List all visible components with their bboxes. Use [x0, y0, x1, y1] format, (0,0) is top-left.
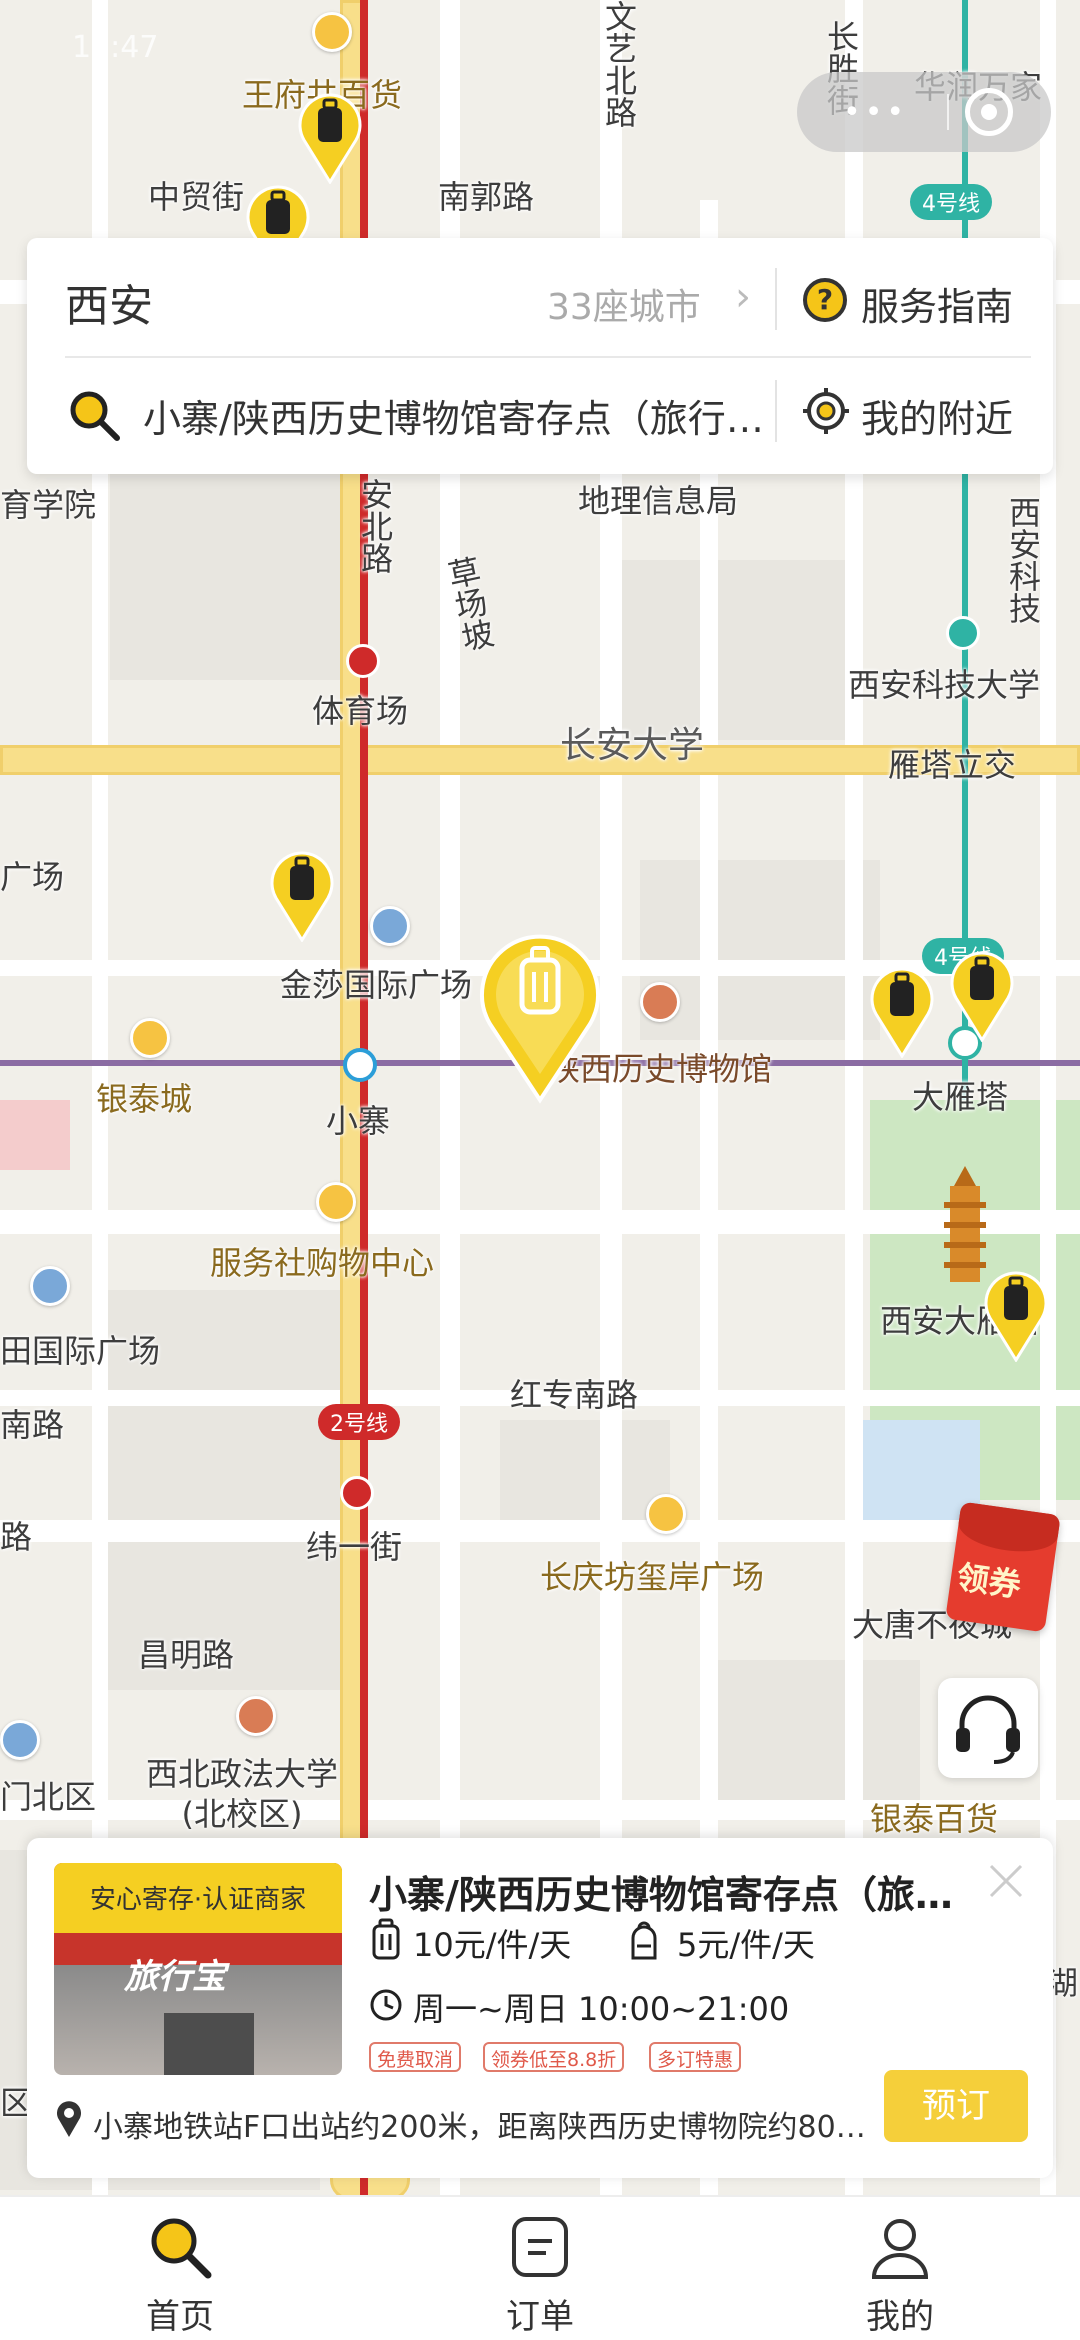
- tab-profile[interactable]: 我的: [800, 2197, 1000, 2340]
- user-icon: [871, 2219, 929, 2279]
- map-label-changqingfang: 长庆坊玺岸广场: [540, 1558, 765, 1596]
- shopping-poi-icon[interactable]: [646, 1494, 686, 1534]
- building-poi-icon[interactable]: [30, 1266, 70, 1306]
- map-label-guoji-left: 田国际广场: [0, 1332, 161, 1370]
- map-label-dili: 地理信息局: [578, 482, 739, 520]
- tab-orders[interactable]: 订单: [440, 2197, 640, 2340]
- map-label-menbei: 门北区: [0, 1778, 97, 1816]
- divider: [775, 268, 777, 330]
- map-label-hongzhuan: 红专南路: [510, 1376, 639, 1414]
- luggage-icon: [372, 1918, 400, 1960]
- map-label-yintaicheng: 银泰城: [96, 1080, 193, 1118]
- shopping-poi-icon[interactable]: [312, 12, 352, 52]
- luggage-price: 10元/件/天: [413, 1926, 572, 1964]
- luggage-pin-icon[interactable]: [268, 846, 336, 942]
- building-poi-icon[interactable]: [370, 906, 410, 946]
- map-label-xiaozhai: 小寨: [326, 1102, 391, 1140]
- coupon-label: 领券: [954, 1557, 1024, 1605]
- store-card[interactable]: 安心寄存·认证商家 旅行宝 小寨/陕西历史博物馆寄存点（旅行宝） 10元/件/天…: [27, 1838, 1053, 2178]
- search-input[interactable]: 小寨/陕西历史博物馆寄存点（旅行宝）: [143, 388, 765, 443]
- order-list-icon: [512, 2217, 568, 2277]
- map-label-zhengfa: 西北政法大学 (北校区): [146, 1755, 339, 1833]
- map-label-dayanta: 大雁塔: [912, 1078, 1009, 1116]
- luggage-pin-icon[interactable]: [948, 946, 1016, 1042]
- tab-profile-label: 我的: [866, 2297, 934, 2337]
- luggage-pin-icon[interactable]: [296, 88, 364, 184]
- search-icon: [151, 2218, 212, 2279]
- map-label-nanguo: 南郭路: [438, 178, 535, 216]
- school-poi-icon[interactable]: [236, 1696, 276, 1736]
- luggage-pin-icon[interactable]: [982, 1266, 1050, 1362]
- map-label-jiaoyu: 育学院: [0, 486, 97, 524]
- multi-order-badge: 多订特惠: [649, 2042, 742, 2072]
- map-label-xiankeji-univ: 西安科技大学: [848, 666, 1041, 704]
- coupon-discount-badge: 领券低至8.8折: [483, 2042, 625, 2072]
- shopping-poi-icon[interactable]: [130, 1018, 170, 1058]
- metro-station-icon: [340, 1476, 374, 1510]
- customer-service-button[interactable]: [938, 1678, 1038, 1778]
- clock-icon: [370, 1989, 402, 2021]
- map-label-tiyuchang: 体育场: [312, 692, 409, 730]
- map-label-changming: 昌明路: [138, 1636, 235, 1674]
- map-label-guangchang-left: 广场: [0, 858, 65, 896]
- close-icon[interactable]: [985, 1860, 1027, 1902]
- store-door: [164, 2013, 254, 2075]
- metro-line2-badge: 2号线: [318, 1404, 400, 1440]
- divider: [65, 356, 1031, 358]
- selected-luggage-pin-icon[interactable]: [476, 924, 604, 1104]
- map-label-changan-univ: 长安大学: [560, 725, 705, 766]
- map-label-lu-left2: 路: [0, 1518, 33, 1556]
- map-label-zhongmao: 中贸街: [148, 178, 245, 216]
- coupon-red-packet-button[interactable]: 领券: [945, 1501, 1061, 1633]
- luggage-pin-icon[interactable]: [868, 962, 936, 1058]
- metro-line4-badge: 4号线: [910, 184, 992, 220]
- current-city[interactable]: 西安: [65, 270, 153, 334]
- shopping-poi-icon[interactable]: [316, 1182, 356, 1222]
- help-icon[interactable]: ?: [803, 278, 847, 322]
- backpack-icon: [631, 1921, 657, 1960]
- store-address[interactable]: 小寨地铁站F口出站约200米，距离陕西历史博物院约800米: [93, 2102, 883, 2146]
- close-mini-program-icon[interactable]: [965, 88, 1013, 136]
- chevron-right-icon[interactable]: ›: [735, 274, 751, 320]
- map-label-yintai-baihuo: 银泰百货: [870, 1800, 999, 1838]
- city-count-link[interactable]: 33座城市: [547, 278, 701, 330]
- locate-icon[interactable]: [803, 388, 849, 434]
- bag-price: 5元/件/天: [677, 1926, 815, 1964]
- map-label-yanta-lijiao: 雁塔立交: [888, 746, 1017, 784]
- divider: [775, 380, 777, 442]
- map-label-anbei: 安北路: [356, 478, 394, 574]
- metro-station-icon: [946, 616, 980, 650]
- certified-merchant-tag: 安心寄存·认证商家: [89, 1885, 307, 1915]
- tab-home-label: 首页: [146, 2297, 214, 2337]
- search-card: 西安 33座城市 › ? 服务指南 小寨/陕西历史博物馆寄存点（旅行宝） 我的附…: [27, 238, 1053, 474]
- tab-orders-label: 订单: [506, 2297, 574, 2337]
- map-label-jinsha: 金莎国际广场: [280, 966, 473, 1004]
- map-label-weiyi: 纬一街: [306, 1528, 403, 1566]
- metro-station-xiaozhai-icon: [343, 1048, 377, 1082]
- status-time: 15:47: [72, 30, 159, 65]
- map-label-xiankeji-corner: 西安科技: [1004, 496, 1042, 624]
- mini-program-capsule: •••: [797, 72, 1051, 152]
- map-label-lu-left1: 南路: [0, 1406, 65, 1444]
- home-poi-icon[interactable]: [0, 1720, 40, 1760]
- more-menu-icon[interactable]: •••: [843, 95, 908, 130]
- museum-poi-icon[interactable]: [640, 982, 680, 1022]
- metro-station-icon: [346, 644, 380, 678]
- map-label-wenyi: 文艺北路: [600, 0, 638, 128]
- location-pin-icon: [57, 2101, 81, 2137]
- opening-hours: 周一~周日 10:00~21:00: [413, 1990, 790, 2028]
- nearby-button[interactable]: 我的附近: [861, 388, 1013, 443]
- bottom-tab-bar: 首页 订单 我的: [0, 2195, 1080, 2340]
- free-cancel-badge: 免费取消: [369, 2042, 462, 2072]
- store-sign: 旅行宝: [124, 1957, 226, 1997]
- store-name[interactable]: 小寨/陕西历史博物馆寄存点（旅行宝）: [369, 1864, 979, 1919]
- tab-home[interactable]: 首页: [80, 2197, 280, 2340]
- search-icon[interactable]: [67, 388, 121, 442]
- service-guide-button[interactable]: 服务指南: [861, 276, 1013, 331]
- capsule-divider: [947, 94, 949, 130]
- map-label-fuwushe: 服务社购物中心: [210, 1244, 435, 1282]
- headset-icon: [956, 1695, 1020, 1764]
- store-photo[interactable]: 安心寄存·认证商家 旅行宝: [54, 1863, 342, 2075]
- book-button[interactable]: 预订: [884, 2070, 1028, 2142]
